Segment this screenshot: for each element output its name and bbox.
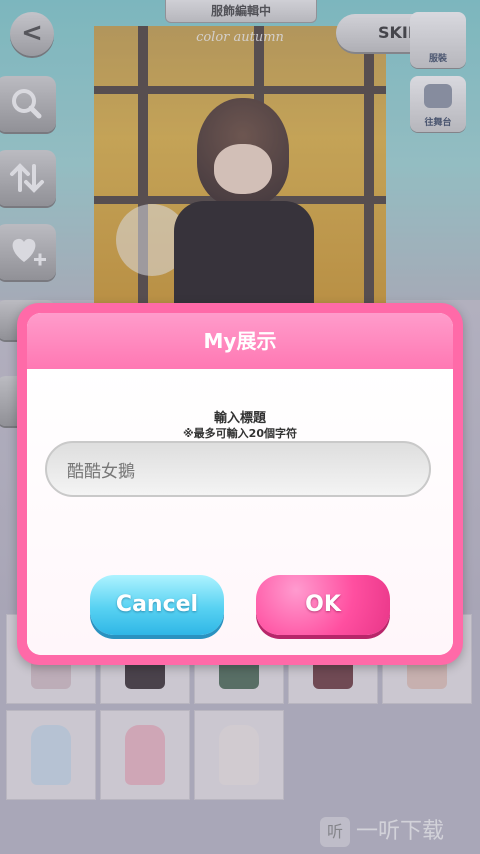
cancel-button[interactable]: Cancel [90, 575, 224, 635]
dialog-panel: My展示 輸入標題 ※最多可輸入20個字符 Cancel OK [27, 313, 453, 655]
prompt-hint: ※最多可輸入20個字符 [182, 427, 297, 440]
dialog-title: My展示 [27, 313, 453, 369]
ok-button[interactable]: OK [256, 575, 390, 635]
title-input[interactable] [45, 441, 431, 497]
my-display-dialog: My展示 輸入標題 ※最多可輸入20個字符 Cancel OK [17, 303, 463, 665]
dialog-body: 輸入標題 ※最多可輸入20個字符 Cancel OK [27, 369, 453, 655]
prompt-title: 輸入標題 [213, 411, 266, 426]
